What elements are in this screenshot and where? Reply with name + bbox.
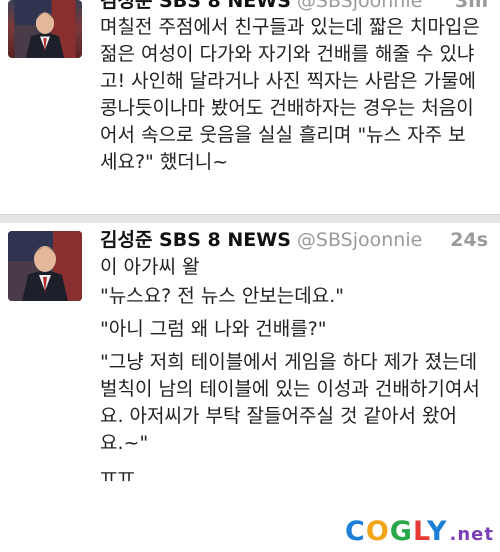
logo-suffix: .net: [449, 524, 494, 545]
tweet-2[interactable]: 김성준 SBS 8 NEWS @SBSjoonnie 24s 이 아가씨 왈 "뉴…: [0, 223, 500, 515]
tweet-header: 김성준 SBS 8 NEWS @SBSjoonnie 24s: [100, 227, 488, 253]
timestamp[interactable]: 3m: [455, 0, 488, 14]
tweet-paragraph: "그냥 저희 테이블에서 게임을 하다 제가 졌는데 벌칙이 남의 테이블에 있…: [100, 351, 480, 454]
author-handle[interactable]: @SBSjoonnie: [297, 229, 422, 251]
tweet-header: 김성준 SBS 8 NEWS @SBSjoonnie 3m: [100, 0, 488, 14]
author-name[interactable]: 김성준 SBS 8 NEWS: [100, 229, 291, 251]
tweet-line: 콩나듯이나마 봤어도 건배하자는 경우는 처음이: [100, 97, 474, 119]
tweet-paragraph: 이 아가씨 왈: [100, 256, 200, 278]
avatar[interactable]: [8, 231, 82, 301]
logo-letter: C: [345, 516, 366, 547]
tweet-line: 젊은 여성이 다가와 자기와 건배를 해줄 수 있냐: [100, 43, 475, 65]
tweet-text: 이 아가씨 왈 "뉴스요? 전 뉴스 안보는데요." "아니 그럼 왜 나와 건…: [100, 254, 490, 496]
tweet-paragraph: "뉴스요? 전 뉴스 안보는데요.": [100, 285, 345, 307]
logo-letter: G: [389, 516, 413, 547]
author-handle[interactable]: @SBSjoonnie: [297, 0, 422, 12]
author-name[interactable]: 김성준 SBS 8 NEWS: [100, 0, 291, 12]
logo-letter: Y: [426, 516, 448, 547]
avatar-image: [8, 231, 82, 301]
tweet-line: 세요?" 했더니~: [100, 151, 229, 173]
logo-letter: O: [365, 516, 390, 547]
tweet-1[interactable]: 김성준 SBS 8 NEWS @SBSjoonnie 3m 며칠전 주점에서 친구…: [0, 0, 500, 214]
timestamp[interactable]: 24s: [450, 227, 488, 253]
logo-letter: L: [412, 516, 427, 547]
tweet-paragraph: "아니 그럼 왜 나와 건배를?": [100, 318, 327, 340]
footer: COGLY .net: [0, 515, 500, 549]
tweet-text: 며칠전 주점에서 친구들과 있는데 짧은 치마입은 젊은 여성이 다가와 자기와…: [100, 14, 490, 176]
cogly-watermark-logo: COGLY .net: [345, 515, 494, 549]
tweet-paragraph: ㅠㅠ: [100, 465, 135, 487]
avatar-image: [14, 0, 76, 58]
tweet-line: 며칠전 주점에서 친구들과 있는데 짧은 치마입은: [100, 16, 480, 38]
tweet-line: 고! 사인해 달라거나 사진 찍자는 사람은 가물에: [100, 70, 476, 92]
tweet-line: 어서 속으로 웃음을 실실 흘리며 "뉴스 자주 보: [100, 124, 466, 146]
avatar[interactable]: [8, 0, 82, 58]
